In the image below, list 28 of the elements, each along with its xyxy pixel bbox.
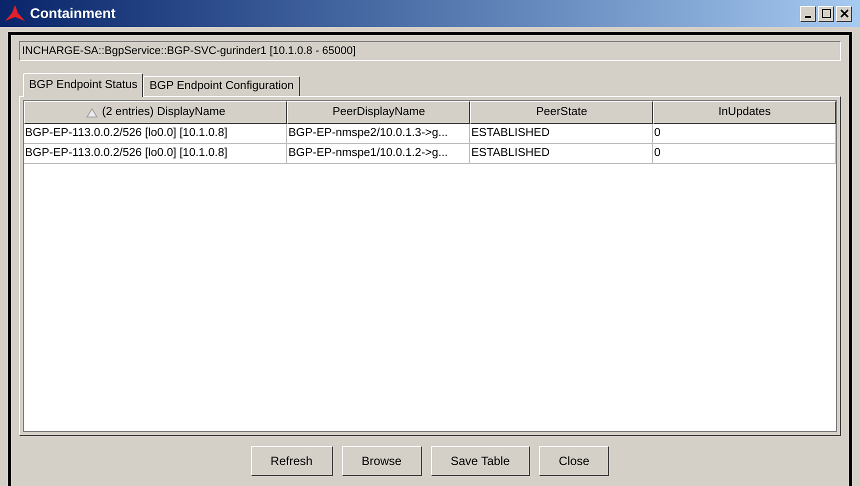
table-cell: 0 bbox=[653, 124, 836, 144]
column-header[interactable]: InUpdates bbox=[653, 101, 836, 124]
dialog-button[interactable]: Browse bbox=[342, 446, 422, 476]
dialog-button[interactable]: Close bbox=[538, 446, 610, 476]
table-cell: BGP-EP-113.0.0.2/526 [lo0.0] [10.1.0.8] bbox=[24, 144, 288, 164]
minimize-icon bbox=[805, 16, 811, 18]
tab[interactable]: BGP Endpoint Status bbox=[23, 73, 144, 97]
sort-icon bbox=[86, 108, 98, 118]
tab[interactable]: BGP Endpoint Configuration bbox=[143, 76, 300, 97]
table-cell: 0 bbox=[653, 144, 836, 164]
maximize-button[interactable] bbox=[818, 6, 834, 22]
table-cell: BGP-EP-113.0.0.2/526 [lo0.0] [10.1.0.8] bbox=[24, 124, 288, 144]
column-header[interactable]: PeerDisplayName bbox=[287, 101, 470, 124]
column-header[interactable]: PeerState bbox=[470, 101, 654, 124]
window-title: Containment bbox=[30, 4, 117, 23]
path-field: INCHARGE-SA::BgpService::BGP-SVC-gurinder1 [10.1.0.8 - 65000] bbox=[19, 41, 841, 61]
close-icon bbox=[840, 9, 848, 18]
table-cell: ESTABLISHED bbox=[470, 124, 654, 144]
maximize-icon bbox=[822, 9, 830, 18]
table-cell: BGP-EP-nmspe1/10.0.1.2->g... bbox=[287, 144, 470, 164]
table-cell: ESTABLISHED bbox=[470, 144, 654, 164]
minimize-button[interactable] bbox=[800, 6, 816, 22]
logo-icon bbox=[4, 4, 26, 24]
table-cell: BGP-EP-nmspe2/10.0.1.3->g... bbox=[287, 124, 470, 144]
dialog-button[interactable]: Save Table bbox=[430, 446, 530, 476]
column-header[interactable]: (2 entries) DisplayName bbox=[24, 101, 288, 124]
dialog-button[interactable]: Refresh bbox=[250, 446, 333, 476]
close-button[interactable] bbox=[836, 6, 852, 22]
